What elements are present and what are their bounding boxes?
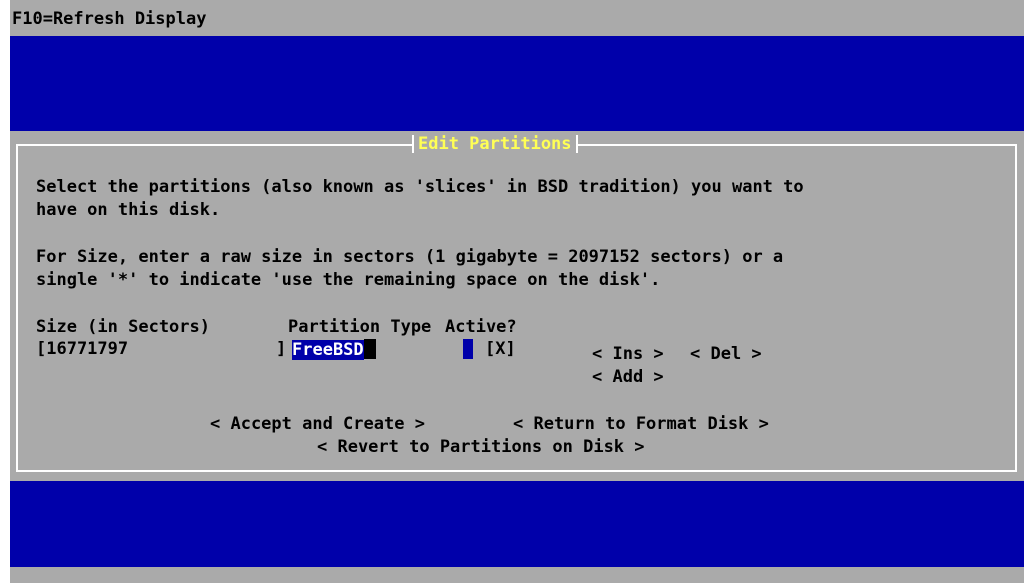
return-to-format-disk-button[interactable]: < Return to Format Disk > (513, 414, 769, 434)
size-field[interactable]: [16771797 (36, 339, 128, 359)
size-column-header: Size (in Sectors) (36, 317, 210, 337)
ins-button[interactable]: < Ins > (592, 344, 664, 364)
partition-type-field-end (463, 339, 474, 359)
partition-type-value: FreeBSD (292, 340, 364, 360)
dialog-title: Edit Partitions (412, 131, 578, 157)
type-column-header: Partition Type (288, 317, 432, 337)
intro-line-2: have on this disk. (36, 200, 221, 220)
top-status-bar: F10=Refresh Display (10, 0, 1024, 36)
refresh-hint: F10=Refresh Display (12, 9, 207, 29)
active-column-header: Active? (445, 317, 517, 337)
revert-to-partitions-button[interactable]: < Revert to Partitions on Disk > (317, 437, 645, 457)
text-cursor (363, 339, 376, 359)
partition-type-field[interactable]: FreeBSD (292, 339, 376, 360)
active-checkbox[interactable]: [X] (485, 339, 516, 359)
console-screen: F10=Refresh Display Edit Partitions Sele… (10, 0, 1024, 583)
size-field-value: [16771797 (36, 339, 129, 359)
intro-line-1: Select the partitions (also known as 'sl… (36, 177, 804, 197)
size-help-line-2: single '*' to indicate 'use the remainin… (36, 270, 661, 290)
size-help-line-1: For Size, enter a raw size in sectors (1… (36, 247, 784, 267)
accept-and-create-button[interactable]: < Accept and Create > (210, 414, 425, 434)
del-button[interactable]: < Del > (690, 344, 762, 364)
edit-partitions-dialog: Edit Partitions Select the partitions (a… (10, 131, 1024, 481)
size-field-close-bracket: ] (276, 339, 287, 359)
bottom-status-bar (10, 567, 1024, 583)
add-button[interactable]: < Add > (592, 367, 664, 387)
